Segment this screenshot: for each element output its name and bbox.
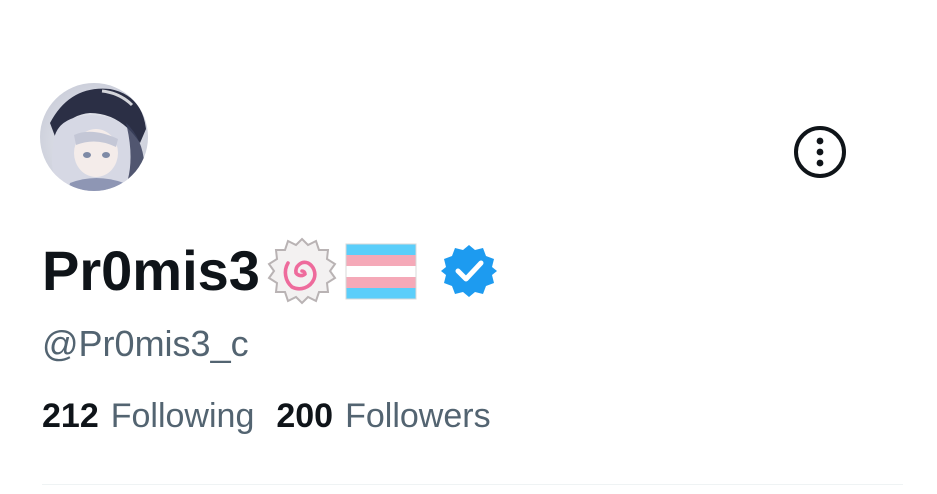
user-handle: @Pr0mis3_c: [42, 323, 249, 364]
following-count: 212: [42, 397, 99, 435]
profile-header: Pr0mis3 @Pr0mis3_c 212 Following 200 Fol…: [0, 0, 937, 494]
followers-label: Followers: [345, 397, 491, 435]
more-options-button[interactable]: [792, 124, 848, 180]
transgender-flag-emoji: [344, 240, 418, 302]
followers-link[interactable]: 200 Followers: [276, 392, 490, 440]
display-name: Pr0mis3: [42, 239, 260, 302]
avatar[interactable]: [40, 83, 148, 191]
following-label: Following: [110, 397, 255, 435]
more-vertical-circle-icon: [794, 126, 846, 178]
divider: [42, 484, 903, 485]
follow-stats: 212 Following 200 Followers: [42, 392, 491, 440]
name-row: Pr0mis3: [42, 233, 498, 309]
narutomaki-emoji: [266, 235, 338, 307]
following-link[interactable]: 212 Following: [42, 392, 254, 440]
verified-badge-icon[interactable]: [440, 242, 498, 300]
followers-count: 200: [276, 397, 334, 435]
avatar-image: [40, 83, 148, 191]
